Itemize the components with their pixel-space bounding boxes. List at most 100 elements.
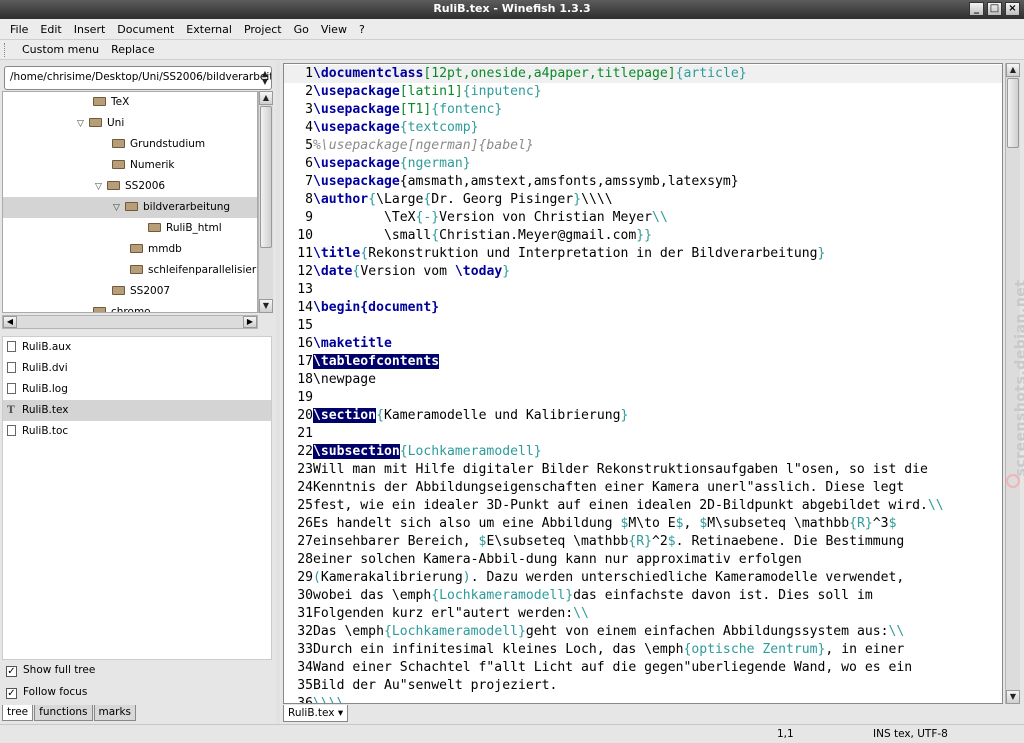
tree-horizontal-scrollbar[interactable]: ◀ ▶: [2, 315, 258, 329]
tree-item-mmdb[interactable]: mmdb: [3, 239, 257, 260]
code-editor[interactable]: 1\documentclass[12pt,oneside,a4paper,tit…: [283, 63, 1003, 704]
menu-help[interactable]: ?: [353, 23, 371, 36]
window-titlebar[interactable]: RuliB.tex - Winefish 1.3.3 _ □ ×: [0, 0, 1024, 19]
code-line[interactable]: 5%\usepackage[ngerman]{babel}: [284, 137, 1002, 155]
code-line[interactable]: 34Wand einer Schachtel f"allt Licht auf …: [284, 659, 1002, 677]
code-line[interactable]: 25fest, wie ein idealer 3D-Punkt auf ein…: [284, 497, 1002, 515]
custom-menu-button[interactable]: Custom menu: [16, 43, 105, 56]
code-line[interactable]: 17\tableofcontents: [284, 353, 1002, 371]
replace-button[interactable]: Replace: [105, 43, 161, 56]
scroll-down-arrow-icon[interactable]: ▼: [259, 299, 273, 313]
code-line[interactable]: 35Bild der Au"senwelt projeziert.: [284, 677, 1002, 695]
file-item-toc[interactable]: RuliB.toc: [3, 421, 271, 442]
code-token: Es handelt sich also um eine Abbildung: [313, 516, 621, 531]
toolbar-grip[interactable]: [4, 42, 8, 57]
scroll-up-arrow-icon[interactable]: ▲: [1006, 63, 1020, 77]
code-line[interactable]: 14\begin{document}: [284, 299, 1002, 317]
pane-splitter[interactable]: [276, 61, 280, 724]
scroll-down-arrow-icon[interactable]: ▼: [1006, 690, 1020, 704]
tab-functions[interactable]: functions: [34, 705, 93, 721]
file-item-log[interactable]: RuliB.log: [3, 379, 271, 400]
scroll-right-arrow-icon[interactable]: ▶: [243, 316, 257, 328]
tree-scroll-thumb[interactable]: [260, 106, 272, 248]
code-line[interactable]: 13: [284, 281, 1002, 299]
code-line[interactable]: 29(Kamerakalibrierung). Dazu werden unte…: [284, 569, 1002, 587]
code-line[interactable]: 16\maketitle: [284, 335, 1002, 353]
tree-item-uni[interactable]: ▽ Uni: [3, 113, 257, 134]
maximize-button[interactable]: □: [987, 2, 1002, 16]
tree-item-chromo[interactable]: chromo: [3, 302, 257, 312]
code-line[interactable]: 12\date{Version vom \today}: [284, 263, 1002, 281]
code-line[interactable]: 15: [284, 317, 1002, 335]
code-line[interactable]: 3\usepackage[T1]{fontenc}: [284, 101, 1002, 119]
code-line[interactable]: 23Will man mit Hilfe digitaler Bilder Re…: [284, 461, 1002, 479]
scroll-left-arrow-icon[interactable]: ◀: [3, 316, 17, 328]
menu-edit[interactable]: Edit: [34, 23, 67, 36]
code-token: \\\\: [313, 696, 345, 704]
code-line[interactable]: 18\newpage: [284, 371, 1002, 389]
expander-open-icon[interactable]: ▽: [95, 177, 107, 198]
code-line[interactable]: 32Das \emph{Lochkameramodell}geht von ei…: [284, 623, 1002, 641]
follow-focus-checkbox[interactable]: ✓ Follow focus: [6, 684, 87, 700]
code-line[interactable]: 11\title{Rekonstruktion und Interpretati…: [284, 245, 1002, 263]
code-line[interactable]: 20\section{Kameramodelle und Kalibrierun…: [284, 407, 1002, 425]
expander-open-icon[interactable]: ▽: [113, 198, 125, 219]
directory-tree[interactable]: TeX ▽ Uni Grundstudium Numerik ▽ SS2006 ▽ b…: [2, 91, 258, 313]
scroll-up-arrow-icon[interactable]: ▲: [259, 91, 273, 105]
tree-item-numerik[interactable]: Numerik: [3, 155, 257, 176]
code-line[interactable]: 2\usepackage[latin1]{inputenc}: [284, 83, 1002, 101]
tab-marks[interactable]: marks: [93, 705, 137, 721]
tab-menu-icon[interactable]: ▾: [338, 707, 343, 719]
tab-tree[interactable]: tree: [2, 705, 34, 721]
code-line[interactable]: 19: [284, 389, 1002, 407]
code-line[interactable]: 36\\\\: [284, 695, 1002, 704]
tree-item-ruli-html[interactable]: RuliB_html: [3, 218, 257, 239]
code-line[interactable]: 27einsehbarer Bereich, $ E\subseteq \math…: [284, 533, 1002, 551]
tree-item-tex[interactable]: TeX: [3, 92, 257, 113]
file-item-tex[interactable]: T RuliB.tex: [3, 400, 271, 421]
line-text: einsehbarer Bereich, $ E\subseteq \mathbb…: [313, 534, 904, 549]
file-list[interactable]: RuliB.aux RuliB.dvi RuliB.log T RuliB.tex…: [2, 336, 272, 660]
directory-combo[interactable]: /home/chrisime/Desktop/Uni/SS2006/bildve…: [4, 66, 272, 90]
code-line[interactable]: 24Kenntnis der Abbildungseigenschaften e…: [284, 479, 1002, 497]
line-text: \TeX{-}Version von Christian Meyer\\: [313, 210, 668, 225]
code-token: $: [888, 516, 897, 531]
code-line[interactable]: 26Es handelt sich also um eine Abbildung…: [284, 515, 1002, 533]
tree-item-ss2006[interactable]: ▽ SS2006: [3, 176, 257, 197]
code-line[interactable]: 9 \TeX{-}Version von Christian Meyer\\: [284, 209, 1002, 227]
expander-open-icon[interactable]: ▽: [77, 114, 89, 135]
tree-item-bildverarbeitung[interactable]: ▽ bildverarbeitung: [3, 197, 257, 218]
code-line[interactable]: 7\usepackage{amsmath,amstext,amsfonts,am…: [284, 173, 1002, 191]
menu-view[interactable]: View: [315, 23, 353, 36]
menu-project[interactable]: Project: [238, 23, 288, 36]
combo-arrows-icon: ▲ ▼: [261, 69, 268, 86]
menu-file[interactable]: File: [4, 23, 34, 36]
code-line[interactable]: 10 \small{Christian.Meyer@gmail.com}}: [284, 227, 1002, 245]
document-tab[interactable]: RuliB.tex ▾: [283, 705, 349, 722]
menu-document[interactable]: Document: [111, 23, 180, 36]
menu-insert[interactable]: Insert: [68, 23, 112, 36]
code-line[interactable]: 1\documentclass[12pt,oneside,a4paper,tit…: [284, 65, 1002, 83]
code-line[interactable]: 8\author{\Large{Dr. Georg Pisinger}\\\\: [284, 191, 1002, 209]
menu-go[interactable]: Go: [288, 23, 315, 36]
tree-vertical-scrollbar[interactable]: ▲ ▼: [258, 91, 273, 313]
code-line[interactable]: 6\usepackage{ngerman}: [284, 155, 1002, 173]
tree-item-grundstudium[interactable]: Grundstudium: [3, 134, 257, 155]
code-line[interactable]: 28einer solchen Kamera-Abbil-dung kann n…: [284, 551, 1002, 569]
line-text: \\\\: [313, 696, 345, 704]
menu-external[interactable]: External: [180, 23, 238, 36]
code-line[interactable]: 22\subsection{Lochkameramodell}: [284, 443, 1002, 461]
code-line[interactable]: 31Folgenden kurz erl"autert werden:\\: [284, 605, 1002, 623]
show-full-tree-checkbox[interactable]: ✓ Show full tree: [6, 662, 95, 678]
minimize-button[interactable]: _: [969, 2, 984, 16]
file-item-aux[interactable]: RuliB.aux: [3, 337, 271, 358]
tree-item-ss2007[interactable]: SS2007: [3, 281, 257, 302]
code-line[interactable]: 21: [284, 425, 1002, 443]
code-line[interactable]: 30wobei das \emph{Lochkameramodell}das e…: [284, 587, 1002, 605]
code-line[interactable]: 33Durch ein infinitesimal kleines Loch, …: [284, 641, 1002, 659]
tree-item-schleifenparallelisierung[interactable]: schleifenparallelisierung: [3, 260, 257, 281]
file-item-dvi[interactable]: RuliB.dvi: [3, 358, 271, 379]
close-button[interactable]: ×: [1005, 2, 1020, 16]
code-line[interactable]: 4\usepackage{textcomp}: [284, 119, 1002, 137]
editor-scroll-thumb[interactable]: [1007, 78, 1019, 148]
